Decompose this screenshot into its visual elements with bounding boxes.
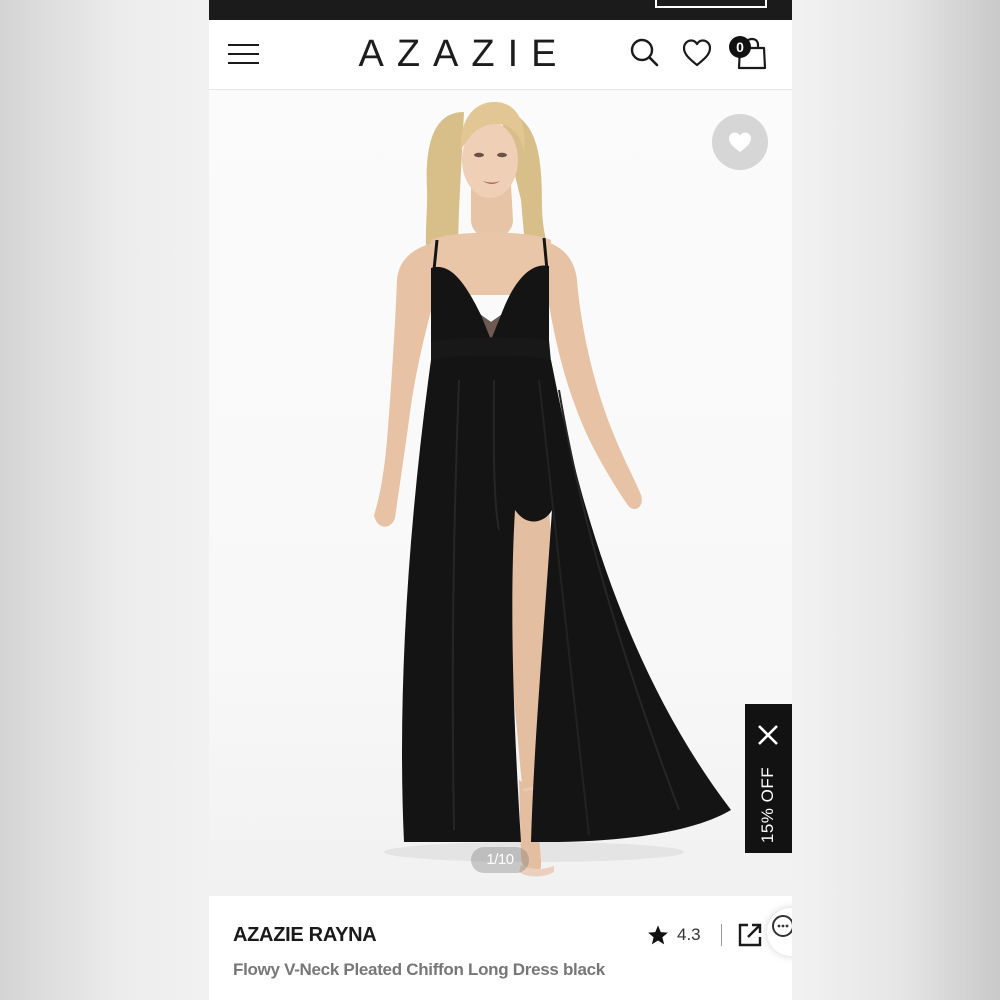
search-icon[interactable] [629,36,661,70]
star-icon [648,925,668,945]
image-page-indicator: 1/10 [471,847,529,873]
share-icon[interactable] [737,922,763,948]
product-name: AZAZIE RAYNA [233,924,377,946]
site-header: AZAZIE 0 [209,20,792,90]
shopping-bag-icon[interactable]: 0 [729,36,769,70]
bag-count-badge: 0 [729,36,751,58]
promo-label: 15% OFF [758,766,777,844]
rating-value: 4.3 [677,925,701,944]
favorite-button[interactable] [712,114,768,170]
chat-button[interactable] [767,908,792,956]
menu-icon[interactable] [228,42,260,66]
product-rating[interactable]: 4.3 [647,923,701,947]
wishlist-heart-icon[interactable] [681,36,713,70]
brand-logo[interactable]: AZAZIE [339,33,576,76]
chat-icon [772,915,792,937]
top-banner-button[interactable] [655,0,767,8]
product-photo [374,102,731,877]
product-image-gallery[interactable]: 15% OFF 1/10 [209,90,792,896]
phone-screen: AZAZIE 0 15% OFF 1/10 AZAZIE RAYNA Flowy… [209,0,792,1000]
product-info: AZAZIE RAYNA Flowy V-Neck Pleated Chiffo… [209,896,792,1000]
close-icon[interactable] [755,722,781,748]
heart-icon [729,132,751,152]
promo-discount-tab[interactable]: 15% OFF [745,704,792,853]
top-banner [209,0,792,20]
rating-divider [721,924,722,946]
product-description: Flowy V-Neck Pleated Chiffon Long Dress … [233,960,605,979]
